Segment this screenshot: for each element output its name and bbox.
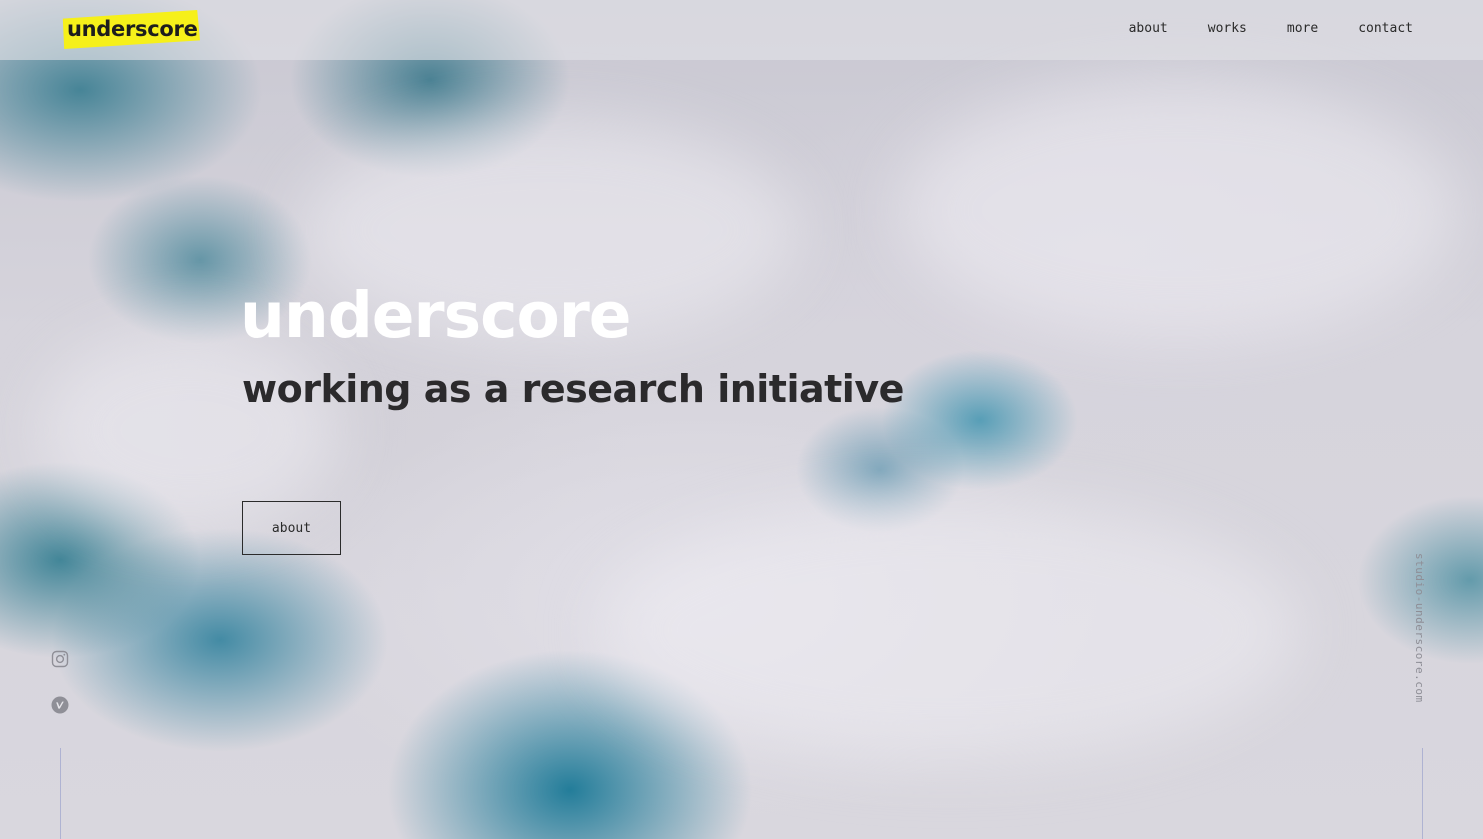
- main-nav: about works more contact: [1129, 21, 1413, 36]
- top-bar: underscore about works more contact: [0, 0, 1483, 60]
- hero-subtitle: working as a research initiative: [242, 367, 904, 411]
- nav-works[interactable]: works: [1208, 21, 1247, 36]
- vimeo-icon: [51, 696, 69, 714]
- nav-contact[interactable]: contact: [1358, 21, 1413, 36]
- nav-about[interactable]: about: [1129, 21, 1168, 36]
- side-url-text: studio-underscore.com: [1413, 553, 1426, 703]
- right-divider-line: [1422, 748, 1423, 839]
- instagram-icon: [51, 650, 69, 668]
- page: underscore about works more contact unde…: [0, 0, 1483, 839]
- cloud-bg: [900, 80, 1460, 340]
- logo[interactable]: underscore: [60, 10, 200, 49]
- vimeo-link[interactable]: [50, 695, 70, 715]
- cloud-bg: [600, 500, 1300, 760]
- hero-title: underscore: [240, 279, 632, 352]
- left-divider-line: [60, 748, 61, 839]
- about-button[interactable]: about: [242, 501, 341, 555]
- instagram-link[interactable]: [50, 649, 70, 669]
- logo-text: underscore: [67, 17, 198, 41]
- nav-more[interactable]: more: [1287, 21, 1318, 36]
- cloud-bg: [40, 330, 340, 530]
